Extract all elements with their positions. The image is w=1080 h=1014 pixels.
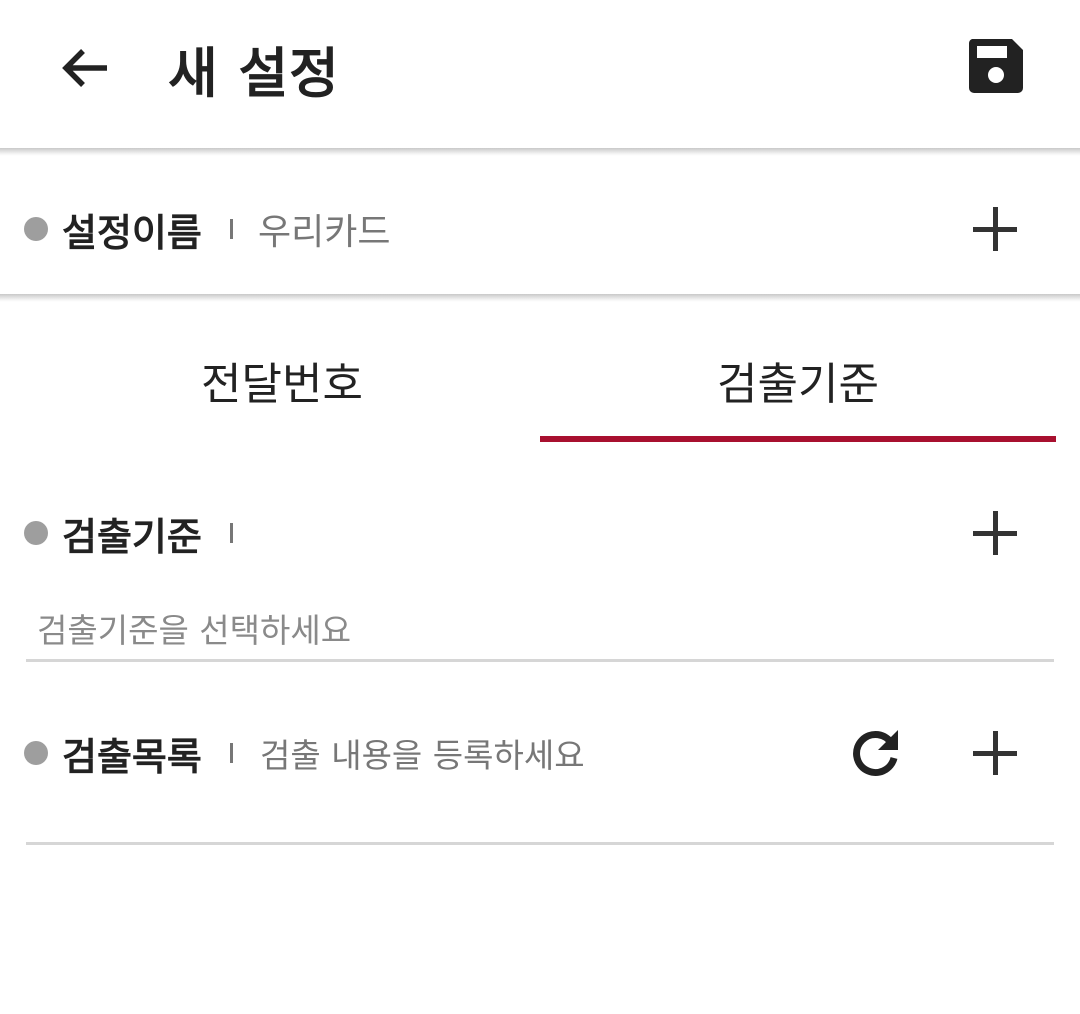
floppy-disk-icon xyxy=(968,39,1023,93)
setting-name-row: 설정이름 우리카드 xyxy=(0,189,1080,269)
tab-forwarding-number[interactable]: 전달번호 xyxy=(22,340,542,420)
detection-list-underline xyxy=(26,842,1054,845)
detection-list-hint: 검출 내용을 등록하세요 xyxy=(260,736,585,775)
page-title: 새 설정 xyxy=(168,41,340,105)
save-button[interactable] xyxy=(960,30,1032,102)
add-criteria-button[interactable] xyxy=(966,504,1024,562)
bullet-dot xyxy=(24,217,48,241)
app-bar: 새 설정 xyxy=(0,0,1080,150)
add-setting-name-button[interactable] xyxy=(966,200,1024,258)
bullet-dot xyxy=(24,521,48,545)
arrow-left-icon xyxy=(62,49,107,87)
setting-name-value[interactable]: 우리카드 xyxy=(258,203,390,255)
app-bar-shadow xyxy=(0,148,1080,156)
refresh-icon xyxy=(853,730,898,776)
add-detection-item-button[interactable] xyxy=(966,724,1024,782)
label-separator xyxy=(230,523,233,543)
detection-list-row: 검출목록 검출 내용을 등록하세요 xyxy=(0,713,1080,793)
new-setting-screen: 새 설정 설정이름 우리카드 전달번호 검출기준 검출기준 검출기준을 선택하세… xyxy=(0,0,1080,1014)
detection-list-label: 검출목록 xyxy=(62,734,202,779)
criteria-label: 검출기준 xyxy=(62,514,202,559)
criteria-row: 검출기준 xyxy=(0,493,1080,573)
refresh-button[interactable] xyxy=(846,723,906,783)
criteria-select-field[interactable]: 검출기준을 선택하세요 xyxy=(37,604,351,652)
back-button[interactable] xyxy=(50,30,120,106)
bullet-dot xyxy=(24,741,48,765)
label-separator xyxy=(230,219,233,239)
tab-detection-criteria[interactable]: 검출기준 xyxy=(538,340,1058,420)
tab-selected-indicator xyxy=(540,436,1056,442)
label-separator xyxy=(230,743,233,763)
criteria-field-underline xyxy=(26,659,1054,662)
setting-name-label: 설정이름 xyxy=(62,210,202,255)
tab-bar: 전달번호 검출기준 xyxy=(0,300,1080,450)
